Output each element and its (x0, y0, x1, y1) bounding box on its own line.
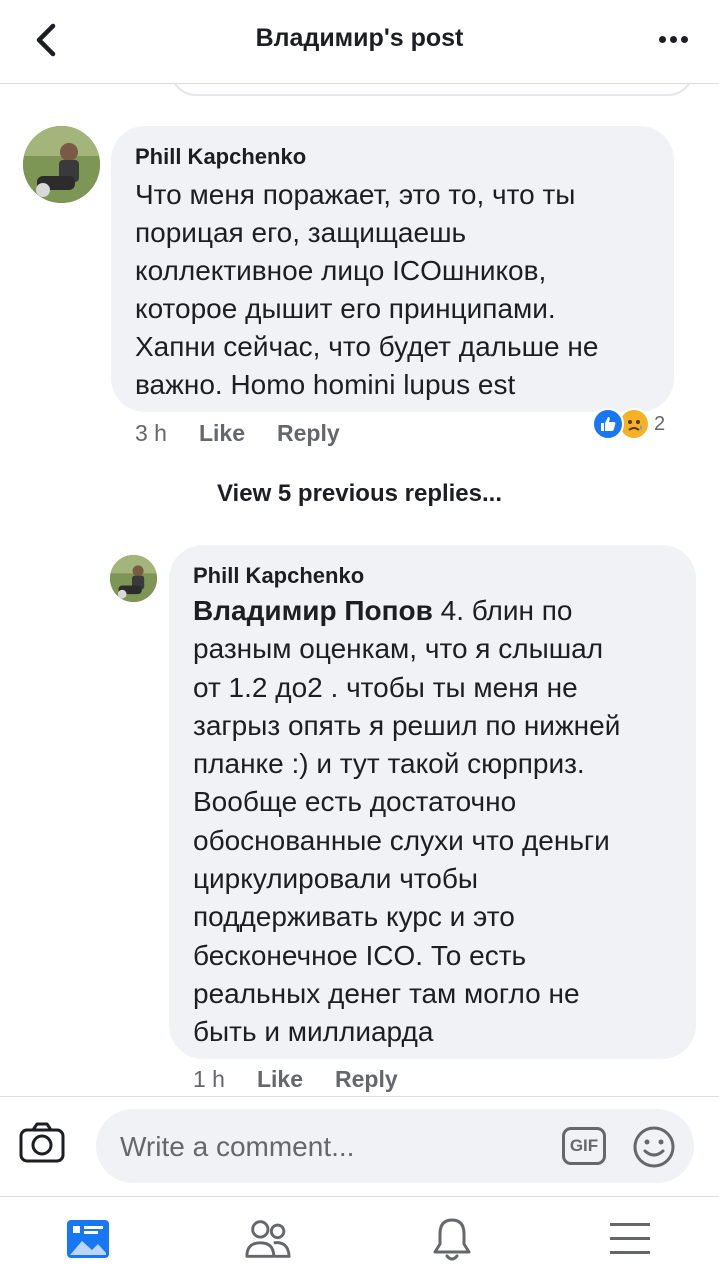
more-options-button[interactable] (653, 24, 693, 54)
comment-input[interactable]: Write a comment... GIF (96, 1109, 694, 1183)
emoji-button[interactable] (632, 1125, 676, 1169)
like-button[interactable]: Like (199, 420, 245, 447)
smiley-icon (633, 1126, 675, 1168)
menu-icon (610, 1223, 650, 1254)
page-title: Владимир's post (255, 24, 464, 52)
avatar[interactable] (23, 126, 100, 203)
comment-input-placeholder: Write a comment... (120, 1131, 355, 1162)
gif-button[interactable]: GIF (562, 1127, 606, 1165)
header-bar: Владимир's post (0, 0, 719, 84)
reply-button[interactable]: Reply (335, 1066, 398, 1093)
reply-button[interactable]: Reply (277, 420, 340, 447)
avatar-photo (23, 126, 100, 203)
comment-author[interactable]: Phill Kapchenko (135, 144, 306, 170)
bottom-tab-bar (0, 1196, 719, 1280)
tab-news-feed[interactable] (64, 1215, 112, 1263)
comment-meta: 3 h Like Reply (135, 420, 340, 447)
like-button[interactable]: Like (257, 1066, 303, 1093)
tab-friends[interactable] (244, 1215, 292, 1263)
more-dots-icon (658, 35, 666, 43)
reaction-count: 2 (654, 412, 666, 435)
like-reaction-icon (592, 408, 624, 440)
reply-author[interactable]: Phill Kapchenko (193, 563, 364, 589)
camera-button[interactable] (18, 1119, 66, 1167)
notifications-bell-icon (433, 1218, 471, 1261)
view-previous-replies-link[interactable]: View 5 previous replies... (0, 480, 719, 508)
reactions-summary[interactable]: 2 (592, 406, 665, 442)
friends-icon (245, 1220, 291, 1258)
reply-avatar[interactable] (110, 555, 157, 602)
tab-notifications[interactable] (428, 1215, 476, 1263)
mention-link[interactable]: Владимир Попов (193, 595, 433, 626)
comment-text: Что меня поражает, это то, что ты порица… (135, 179, 599, 400)
reply-timestamp: 1 h (193, 1066, 225, 1092)
news-feed-icon (67, 1220, 109, 1258)
comment-timestamp: 3 h (135, 420, 167, 446)
camera-icon (19, 1122, 65, 1163)
comment-composer: Write a comment... GIF (0, 1096, 719, 1196)
tab-menu[interactable] (606, 1215, 654, 1263)
reply-text: Владимир Попов 4. блин по разным оценкам… (193, 595, 621, 1048)
avatar-photo (110, 555, 157, 602)
reply-meta: 1 h Like Reply (193, 1066, 398, 1093)
